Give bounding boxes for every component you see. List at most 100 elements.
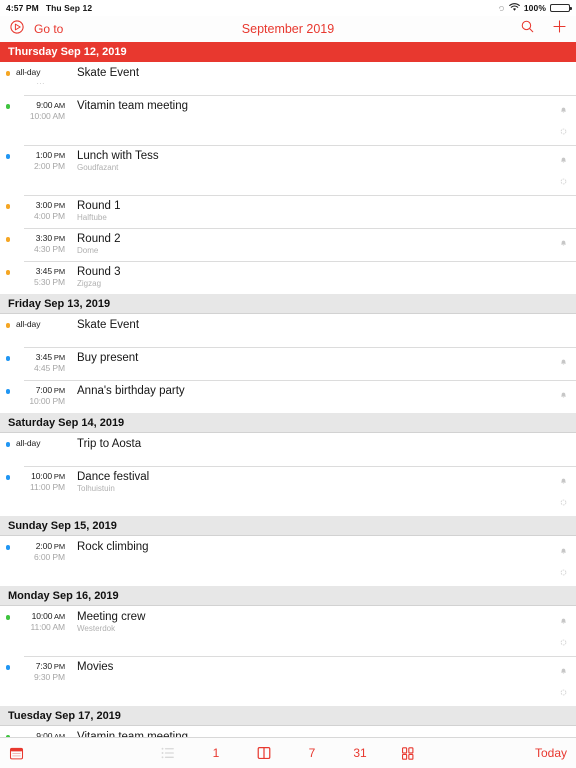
event-badges: [550, 319, 576, 321]
goto-circle-icon[interactable]: [9, 19, 25, 40]
event-list[interactable]: Thursday Sep 12, 2019 all-day ··· Skate Eve…: [0, 42, 576, 737]
event-row[interactable]: 9:00 AM10:00 AMVitamin team meeting: [0, 726, 576, 737]
rotation-lock-icon: [498, 5, 505, 12]
event-end-time: 6:00 PM: [34, 552, 65, 562]
status-bar-left: 4:57 PM Thu Sep 12: [6, 3, 92, 13]
calendar-color-dot: [5, 204, 11, 209]
event-all-day-label: all-day: [16, 438, 41, 448]
event-location: [77, 674, 550, 684]
event-row[interactable]: 3:45 PM 4:45 PM Buy present: [0, 347, 576, 380]
event-time-cell: 1:00 PM 2:00 PM: [16, 150, 68, 172]
event-body: Round 2 Dome: [68, 233, 550, 256]
event-row[interactable]: all-day ··· Skate Event: [0, 62, 576, 95]
event-time-cell: 9:00 AM10:00 AM: [16, 100, 68, 122]
event-location: [77, 554, 550, 564]
event-row[interactable]: 3:00 PM 4:00 PM Round 1 Halftube: [0, 195, 576, 228]
event-time-cell: 10:00 AM 11:00 AM: [16, 611, 68, 633]
event-location: Tolhuistuin: [77, 484, 115, 493]
event-time-cell: 10:00 PM 11:00 PM: [16, 471, 68, 493]
event-row[interactable]: all-day Skate Event: [0, 314, 576, 347]
battery-full-icon: [550, 4, 572, 12]
event-all-day-ellipsis: [16, 449, 65, 460]
event-start-ampm: PM: [51, 353, 65, 362]
event-time-cell: 3:30 PM 4:30 PM: [16, 233, 68, 255]
event-badges: [550, 471, 576, 511]
event-start-time: 3:45 PM: [35, 266, 65, 276]
page-title: September 2019: [241, 22, 335, 36]
tab-month-view[interactable]: 31: [353, 744, 367, 762]
day-header: Sunday Sep 15, 2019: [0, 516, 576, 536]
event-location: Goudfazant: [77, 163, 119, 172]
search-icon[interactable]: [520, 19, 535, 39]
event-location: [77, 113, 550, 123]
alarm-bell-icon: [560, 152, 567, 170]
event-row[interactable]: 10:00 AM 11:00 AM Meeting crew Westerdok: [0, 606, 576, 656]
event-location: Westerdok: [77, 624, 116, 633]
calendar-color-dot-cell: [0, 352, 16, 361]
event-start-ampm: PM: [51, 542, 65, 551]
event-title: Round 1: [77, 200, 121, 212]
calendar-color-dot: [5, 237, 11, 242]
event-time-cell: 7:30 PM 9:30 PM: [16, 661, 68, 683]
event-all-day-label: all-day: [16, 319, 41, 329]
today-button[interactable]: Today: [535, 746, 567, 760]
event-title: Trip to Aosta: [77, 438, 142, 450]
event-start-ampm: PM: [51, 267, 65, 276]
repeat-icon: [560, 122, 567, 140]
event-start-ampm: AM: [52, 612, 65, 621]
event-row[interactable]: 1:00 PM 2:00 PM Lunch with Tess Goudfazant: [0, 145, 576, 195]
event-body: Movies: [68, 661, 550, 684]
calendar-color-dot-cell: [0, 661, 16, 670]
tab-year-view[interactable]: [401, 744, 415, 762]
tab-split-view[interactable]: [257, 744, 271, 762]
tab-week-view[interactable]: 7: [305, 744, 319, 762]
event-location: Halftube: [77, 213, 107, 222]
event-badges: [550, 385, 576, 405]
event-end-time: 4:00 PM: [34, 211, 65, 221]
event-end-time: 11:00 AM: [30, 622, 66, 632]
calendar-icon[interactable]: [9, 746, 24, 761]
event-location: [77, 80, 550, 90]
calendar-color-dot: [5, 270, 11, 275]
alarm-bell-icon: [560, 102, 567, 120]
plus-icon[interactable]: [552, 19, 567, 39]
event-row[interactable]: 7:30 PM 9:30 PM Movies: [0, 656, 576, 706]
event-body: Round 1 Halftube: [68, 200, 550, 223]
event-row[interactable]: 9:00 AM10:00 AMVitamin team meeting: [0, 95, 576, 145]
repeat-icon: [560, 172, 567, 190]
event-location: Zigzag: [77, 279, 102, 288]
battery-percent: 100%: [523, 3, 546, 13]
calendar-color-dot-cell: [0, 471, 16, 480]
calendar-app: 4:57 PM Thu Sep 12 100% Go to September …: [0, 0, 576, 768]
day-header: Saturday Sep 14, 2019: [0, 413, 576, 433]
alarm-bell-icon: [560, 473, 567, 491]
calendar-color-dot: [5, 71, 11, 76]
calendar-color-dot-cell: [0, 266, 16, 275]
calendar-color-dot: [5, 442, 11, 447]
calendar-color-dot-cell: [0, 438, 16, 447]
alarm-bell-icon: [560, 663, 567, 681]
event-badges: [550, 150, 576, 190]
event-start-ampm: PM: [51, 386, 65, 395]
event-row[interactable]: all-day Trip to Aosta: [0, 433, 576, 466]
event-title: Buy present: [77, 352, 139, 364]
event-row[interactable]: 3:30 PM 4:30 PM Round 2 Dome: [0, 228, 576, 261]
goto-button[interactable]: Go to: [34, 22, 63, 36]
day-header: Tuesday Sep 17, 2019: [0, 706, 576, 726]
calendar-color-dot: [5, 475, 11, 480]
calendar-color-dot: [5, 665, 11, 670]
event-row[interactable]: 10:00 PM 11:00 PM Dance festival Tolhuistui…: [0, 466, 576, 516]
calendar-color-dot-cell: [0, 150, 16, 159]
repeat-icon: [560, 683, 567, 701]
event-row[interactable]: 7:00 PM 10:00 PM Anna's birthday party: [0, 380, 576, 413]
event-time-cell: 3:45 PM 4:45 PM: [16, 352, 68, 374]
calendar-color-dot: [5, 356, 11, 361]
tab-day-view[interactable]: 1: [209, 744, 223, 762]
event-end-time: 11:00 PM: [30, 482, 65, 492]
event-row[interactable]: 2:00 PM 6:00 PM Rock climbing: [0, 536, 576, 586]
event-start-ampm: PM: [51, 151, 65, 160]
calendar-color-dot-cell: [0, 100, 16, 109]
wifi-icon: [509, 2, 520, 14]
tab-list-view[interactable]: [161, 744, 175, 762]
event-row[interactable]: 3:45 PM 5:30 PM Round 3 Zigzag: [0, 261, 576, 294]
